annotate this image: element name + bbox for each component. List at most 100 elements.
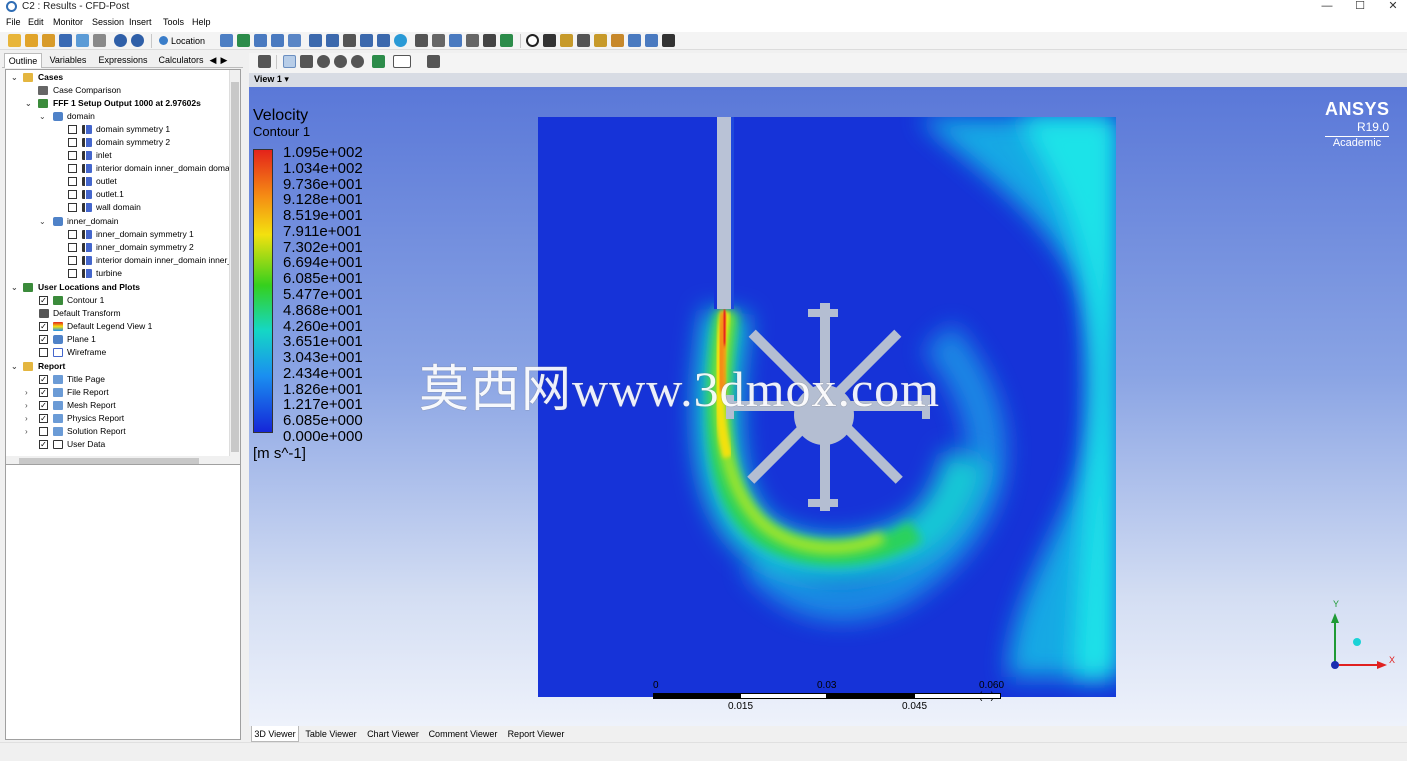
location-dropdown[interactable]: Location — [157, 34, 208, 48]
menu-insert[interactable]: Insert — [129, 17, 152, 27]
function-calculator-icon[interactable] — [594, 34, 607, 47]
isosurface-icon[interactable] — [309, 34, 322, 47]
probe-icon[interactable] — [577, 34, 590, 47]
expand-icon[interactable]: › — [25, 402, 32, 410]
menu-file[interactable]: File — [6, 17, 21, 27]
visibility-checkbox[interactable] — [39, 348, 48, 357]
collapse-icon[interactable]: ⌄ — [39, 218, 46, 226]
visibility-checkbox[interactable] — [68, 190, 77, 199]
undo-icon[interactable] — [114, 34, 127, 47]
include-checkbox[interactable] — [39, 427, 48, 436]
color-map-icon[interactable] — [360, 34, 373, 47]
tab-outline[interactable]: Outline — [4, 53, 42, 68]
tab-chart-viewer[interactable]: Chart Viewer — [363, 726, 423, 742]
print-icon[interactable] — [93, 34, 106, 47]
animation-icon[interactable] — [543, 34, 556, 47]
maximize-button[interactable]: ☐ — [1343, 0, 1377, 14]
close-button[interactable]: ✕ — [1376, 0, 1407, 14]
menu-edit[interactable]: Edit — [28, 17, 44, 27]
visibility-checkbox[interactable] — [68, 177, 77, 186]
new-case-icon[interactable] — [8, 34, 21, 47]
streamline-icon[interactable] — [254, 34, 267, 47]
collapse-icon[interactable]: ⌄ — [11, 284, 18, 292]
load-state-icon[interactable] — [42, 34, 55, 47]
figure-icon[interactable] — [500, 34, 513, 47]
macro-calculator-icon[interactable] — [611, 34, 624, 47]
tab-calculators[interactable]: Calculators — [156, 53, 206, 68]
visibility-checkbox[interactable] — [68, 256, 77, 265]
legend-icon[interactable] — [394, 34, 407, 47]
select-icon[interactable] — [258, 55, 271, 68]
tab-comment-viewer[interactable]: Comment Viewer — [425, 726, 501, 742]
menu-session[interactable]: Session — [92, 17, 124, 27]
tree-vertical-scrollbar[interactable] — [229, 70, 240, 517]
collapse-icon[interactable]: ⌄ — [25, 100, 32, 108]
load-results-icon[interactable] — [25, 34, 38, 47]
zoom-fit-icon[interactable] — [351, 55, 364, 68]
variable-icon[interactable] — [432, 34, 445, 47]
contour-icon[interactable] — [237, 34, 250, 47]
menu-help[interactable]: Help — [192, 17, 211, 27]
visibility-checkbox[interactable] — [68, 125, 77, 134]
pan-icon[interactable] — [300, 55, 313, 68]
chart-icon[interactable] — [466, 34, 479, 47]
3d-viewport[interactable]: Velocity Contour 1 1.095e+002 1.034e+002 9… — [249, 87, 1407, 726]
viewport-layout-icon[interactable] — [393, 55, 411, 68]
coordinate-frame-icon[interactable] — [377, 34, 390, 47]
expand-icon[interactable]: › — [25, 415, 32, 423]
rotate-icon[interactable] — [283, 55, 296, 68]
menu-monitor[interactable]: Monitor — [53, 17, 83, 27]
viewer-options-icon[interactable] — [427, 55, 440, 68]
volume-rendering-icon[interactable] — [288, 34, 301, 47]
collapse-icon[interactable]: ⌄ — [11, 363, 18, 371]
include-checkbox[interactable]: ✓ — [39, 375, 48, 384]
visibility-checkbox[interactable] — [68, 243, 77, 252]
tab-variables[interactable]: Variables — [46, 53, 90, 68]
visibility-checkbox[interactable]: ✓ — [39, 296, 48, 305]
menu-tools[interactable]: Tools — [163, 17, 184, 27]
visibility-checkbox[interactable] — [68, 269, 77, 278]
include-checkbox[interactable]: ✓ — [39, 401, 48, 410]
visibility-checkbox[interactable] — [68, 151, 77, 160]
command-editor-icon[interactable] — [662, 34, 675, 47]
tab-report-viewer[interactable]: Report Viewer — [503, 726, 569, 742]
vector-icon[interactable] — [220, 34, 233, 47]
minimize-button[interactable]: — — [1310, 0, 1344, 14]
text-icon[interactable] — [326, 34, 339, 47]
fit-view-icon[interactable] — [372, 55, 385, 68]
redo-icon[interactable] — [131, 34, 144, 47]
scroll-thumb[interactable] — [231, 82, 239, 452]
case-comparison-icon[interactable] — [645, 34, 658, 47]
clip-plane-icon[interactable] — [343, 34, 356, 47]
visibility-checkbox[interactable]: ✓ — [39, 322, 48, 331]
tab-scroll-left-icon[interactable]: ◀ — [208, 53, 218, 68]
axis-triad[interactable]: Y X — [1321, 599, 1396, 679]
visibility-checkbox[interactable]: ✓ — [39, 335, 48, 344]
tab-scroll-right-icon[interactable]: ▶ — [219, 53, 229, 68]
expression-icon[interactable] — [415, 34, 428, 47]
comment-icon[interactable] — [483, 34, 496, 47]
visibility-checkbox[interactable] — [68, 230, 77, 239]
expand-icon[interactable]: › — [25, 428, 32, 436]
timestep-icon[interactable] — [526, 34, 539, 47]
quick-editor-icon[interactable] — [560, 34, 573, 47]
tab-expressions[interactable]: Expressions — [94, 53, 152, 68]
refresh-icon[interactable] — [76, 34, 89, 47]
view-selector[interactable]: View 1 ▾ — [254, 74, 289, 85]
visibility-checkbox[interactable] — [68, 203, 77, 212]
include-checkbox[interactable]: ✓ — [39, 388, 48, 397]
zoom-box-icon[interactable] — [334, 55, 347, 68]
table-icon[interactable] — [449, 34, 462, 47]
tab-3d-viewer[interactable]: 3D Viewer — [251, 726, 299, 742]
tab-table-viewer[interactable]: Table Viewer — [301, 726, 361, 742]
include-checkbox[interactable]: ✓ — [39, 440, 48, 449]
collapse-icon[interactable]: ⌄ — [39, 113, 46, 121]
save-state-icon[interactable] — [59, 34, 72, 47]
mesh-calculator-icon[interactable] — [628, 34, 641, 47]
include-checkbox[interactable]: ✓ — [39, 414, 48, 423]
visibility-checkbox[interactable] — [68, 164, 77, 173]
zoom-icon[interactable] — [317, 55, 330, 68]
visibility-checkbox[interactable] — [68, 138, 77, 147]
collapse-icon[interactable]: ⌄ — [11, 74, 18, 82]
expand-icon[interactable]: › — [25, 389, 32, 397]
